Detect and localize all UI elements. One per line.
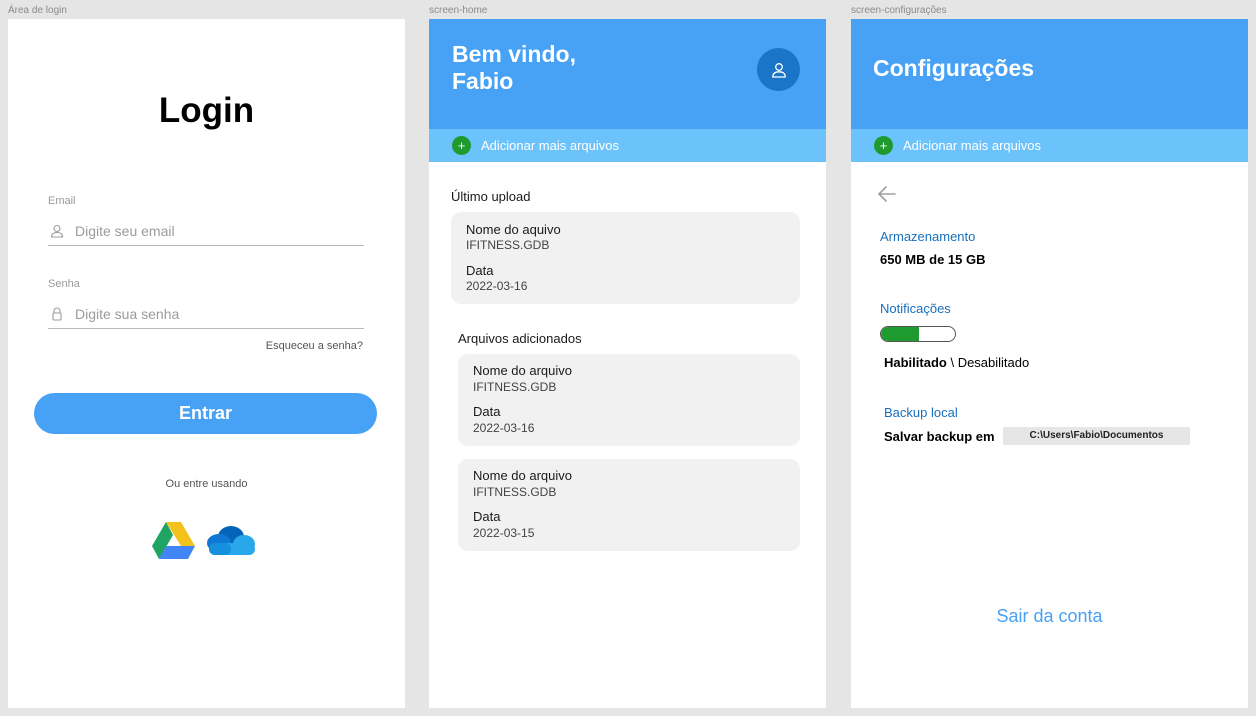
date-label: Data — [466, 263, 494, 278]
frame-label-login: Área de login — [8, 5, 67, 16]
file-name-value: IFITNESS.GDB — [473, 485, 557, 499]
backup-path-field[interactable]: C:\Users\Fabio\Documentos — [1003, 427, 1190, 445]
add-files-label: Adicionar mais arquivos — [903, 138, 1042, 153]
frame-label-config: screen-configurações — [851, 5, 947, 16]
add-files-bar[interactable]: + Adicionar mais arquivos — [851, 129, 1248, 162]
file-name-value: IFITNESS.GDB — [473, 380, 557, 394]
storage-label: Armazenamento — [880, 229, 976, 244]
notifications-status: Habilitado \ Desabilitado — [884, 355, 1029, 370]
login-title: Login — [158, 91, 255, 130]
user-icon — [771, 62, 786, 78]
plus-icon: + — [452, 136, 471, 155]
added-files-title: Arquivos adicionados — [458, 331, 582, 346]
added-file-card[interactable]: Nome do arquivo IFITNESS.GDB Data 2022-0… — [458, 354, 800, 446]
toggle-fill — [881, 327, 919, 341]
settings-title: Configurações — [873, 55, 1035, 81]
profile-button[interactable] — [757, 48, 800, 91]
notifications-toggle[interactable] — [880, 326, 956, 342]
frame-label-home: screen-home — [429, 5, 488, 16]
date-label: Data — [473, 509, 501, 524]
email-field-wrapper — [48, 216, 364, 246]
disabled-text: Desabilitado — [957, 355, 1030, 370]
user-name: Fabio — [452, 68, 514, 94]
user-icon — [50, 224, 64, 238]
back-arrow-icon[interactable] — [877, 185, 897, 203]
plus-icon: + — [874, 136, 893, 155]
storage-value: 650 MB de 15 GB — [880, 252, 986, 267]
home-screen: Bem vindo, Fabio + Adicionar mais arquiv… — [429, 19, 826, 708]
file-name-value: IFITNESS.GDB — [466, 238, 550, 252]
password-field-wrapper — [48, 299, 364, 329]
date-label: Data — [473, 404, 501, 419]
last-upload-card[interactable]: Nome do aquivo IFITNESS.GDB Data 2022-03… — [451, 212, 800, 304]
password-label: Senha — [48, 278, 80, 290]
email-label: Email — [48, 195, 76, 207]
home-header: Bem vindo, Fabio — [429, 19, 826, 129]
file-name-label: Nome do aquivo — [466, 222, 561, 237]
welcome-heading: Bem vindo, Fabio — [452, 41, 576, 95]
welcome-text: Bem vindo, — [452, 41, 576, 67]
file-name-label: Nome do arquivo — [473, 468, 572, 483]
notifications-label: Notificações — [880, 301, 951, 316]
settings-screen: Configurações + Adicionar mais arquivos … — [851, 19, 1248, 708]
last-upload-title: Último upload — [451, 189, 531, 204]
enabled-text: Habilitado — [884, 355, 947, 370]
google-drive-icon[interactable] — [152, 522, 195, 560]
date-value: 2022-03-16 — [466, 279, 528, 293]
date-value: 2022-03-16 — [473, 421, 535, 435]
enter-button[interactable]: Entrar — [34, 393, 377, 434]
email-input[interactable] — [75, 222, 355, 239]
forgot-password-link[interactable]: Esqueceu a senha? — [266, 340, 363, 352]
file-name-label: Nome do arquivo — [473, 363, 572, 378]
login-screen: Login Email Senha Esqueceu a senha? Entr… — [8, 19, 405, 708]
lock-icon — [52, 306, 62, 321]
added-file-card[interactable]: Nome do arquivo IFITNESS.GDB Data 2022-0… — [458, 459, 800, 551]
status-separator: \ — [946, 355, 958, 370]
onedrive-icon[interactable] — [206, 524, 256, 556]
add-files-label: Adicionar mais arquivos — [481, 138, 620, 153]
or-login-using-text: Ou entre usando — [165, 478, 248, 490]
password-input[interactable] — [75, 305, 355, 322]
logout-link[interactable]: Sair da conta — [851, 606, 1248, 627]
settings-header: Configurações — [851, 19, 1248, 129]
backup-label: Backup local — [884, 405, 958, 420]
date-value: 2022-03-15 — [473, 526, 535, 540]
add-files-bar[interactable]: + Adicionar mais arquivos — [429, 129, 826, 162]
backup-save-label: Salvar backup em — [884, 429, 995, 444]
